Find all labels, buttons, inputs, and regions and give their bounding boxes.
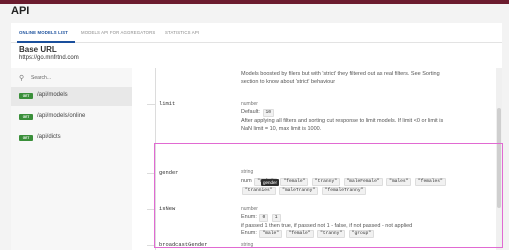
search-placeholder: Search... bbox=[31, 75, 52, 81]
sidebar-item-label: /api/models bbox=[37, 92, 68, 98]
tab-models-api-for-aggregators[interactable]: MODELS API FOR AGGREGATORS bbox=[81, 30, 155, 35]
sidebar-item-api-dicts[interactable]: GET /api/dicts bbox=[11, 129, 132, 148]
intro-text-line-1: Models boosted by filers but with 'stric… bbox=[241, 71, 440, 77]
param-name-limit: limit bbox=[159, 101, 176, 107]
intro-text-line-2: section to know about 'strict' behaviour bbox=[241, 79, 336, 85]
top-bar bbox=[0, 0, 509, 4]
default-value-chip: 10 bbox=[262, 109, 275, 117]
sidebar: ⚲ Search... GET /api/models GET /api/mod… bbox=[11, 68, 132, 250]
base-url-label: Base URL bbox=[19, 45, 57, 54]
sidebar-item-label: /api/models/online bbox=[37, 113, 86, 119]
param-default-limit: Default: 10 bbox=[241, 108, 275, 117]
tab-bar: ONLINE MODELS LIST MODELS API FOR AGGREG… bbox=[11, 23, 502, 43]
page-title: API bbox=[11, 5, 30, 17]
search-input[interactable]: ⚲ Search... bbox=[19, 73, 129, 85]
base-url-value: https://go.mnfrtnd.com bbox=[19, 55, 79, 61]
param-type-limit: number bbox=[241, 101, 258, 107]
get-method-badge: GET bbox=[19, 93, 33, 99]
get-method-badge: GET bbox=[19, 135, 33, 141]
sidebar-item-api-models[interactable]: GET /api/models bbox=[11, 87, 132, 106]
default-label: Default: bbox=[241, 109, 260, 115]
search-icon: ⚲ bbox=[19, 75, 25, 82]
param-desc-limit-line-1: After applying all filters and sorting c… bbox=[241, 118, 444, 124]
sidebar-item-api-models-online[interactable]: GET /api/models/online bbox=[11, 108, 132, 127]
get-method-badge: GET bbox=[19, 114, 33, 120]
tab-online-models-list[interactable]: ONLINE MODELS LIST bbox=[19, 30, 68, 35]
param-desc-limit-line-2: NaN limit = 10, max limit is 1000. bbox=[241, 126, 322, 132]
sidebar-item-label: /api/dicts bbox=[37, 134, 61, 140]
tree-connector bbox=[147, 104, 156, 105]
selection-highlight-box bbox=[154, 143, 503, 248]
active-tab-indicator bbox=[17, 41, 75, 43]
tab-statistics-api[interactable]: STATISTICS API bbox=[165, 30, 199, 35]
